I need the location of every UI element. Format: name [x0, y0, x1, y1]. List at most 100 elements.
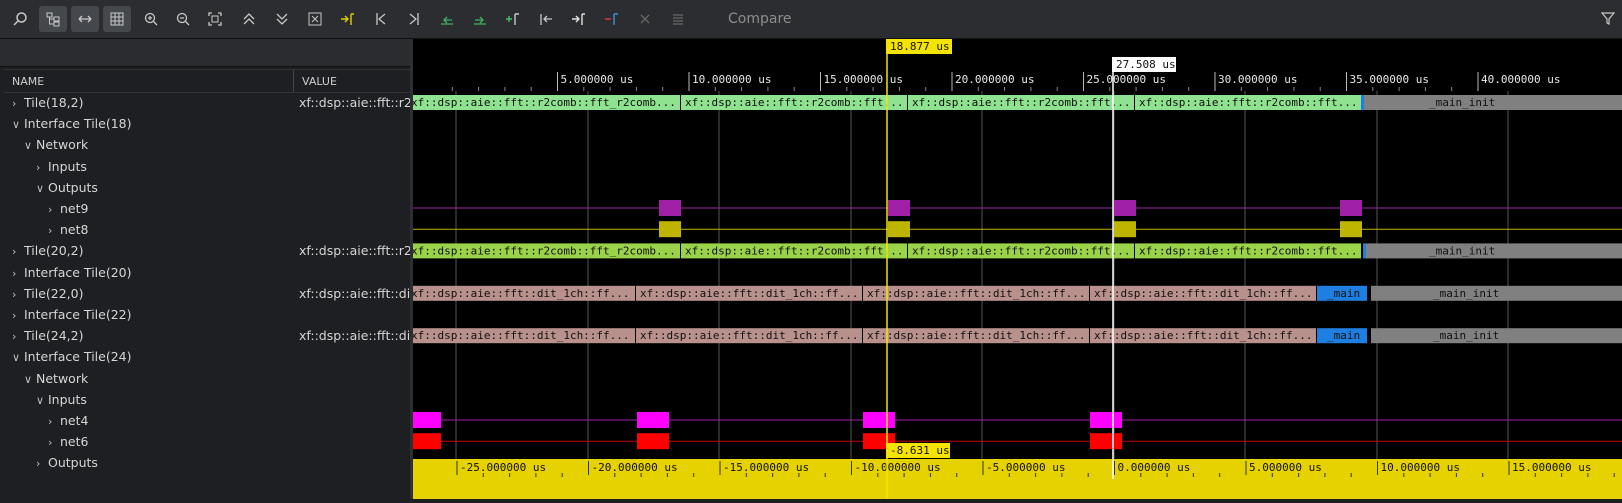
tree-row[interactable]: › net4 — [4, 410, 413, 432]
tree-row[interactable]: › net8 — [4, 219, 413, 241]
tree-row[interactable]: ›Tile(20,2) xf::dsp::aie::fft::r2com — [4, 240, 413, 262]
search-icon[interactable] — [6, 6, 34, 32]
tree-row[interactable]: ∨ Network — [4, 134, 413, 156]
tree-row-name: › net6 — [48, 434, 88, 449]
delta-ruler-tick-label: -10.000000 us — [855, 461, 941, 474]
chevron-down-icon[interactable]: ∨ — [24, 373, 36, 386]
first-edge-icon[interactable] — [367, 6, 395, 32]
tree-row[interactable]: ∨ Outputs — [4, 177, 413, 199]
add-marker-icon[interactable] — [499, 6, 527, 32]
tree-row[interactable]: ›Tile(18,2) xf::dsp::aie::fft::r2com — [4, 92, 413, 114]
trace-segment-label: _main_init — [1433, 287, 1499, 300]
tree-row[interactable]: ∨ Inputs — [4, 389, 413, 411]
chevron-right-icon[interactable]: › — [48, 224, 60, 237]
list-icon[interactable] — [664, 6, 692, 32]
chevron-down-icon[interactable]: ∨ — [12, 118, 24, 131]
ruler-tick-label: 20.000000 us — [955, 73, 1034, 86]
signal-pulse[interactable] — [409, 412, 441, 428]
trace-segment-label: xf::dsp::aie::fft::r2comb::fft... — [1139, 96, 1358, 109]
signal-pulse[interactable] — [409, 433, 441, 450]
next-marker-icon[interactable] — [565, 6, 593, 32]
primary-cursor-label: 18.877 us — [890, 40, 950, 53]
chevron-right-icon[interactable]: › — [12, 288, 24, 301]
zoom-in-icon[interactable] — [137, 6, 165, 32]
zoom-fit-icon[interactable] — [201, 6, 229, 32]
tree-row[interactable]: › net6 — [4, 431, 413, 453]
tree-row[interactable]: ›Tile(24,2) xf::dsp::aie::fft::dit_1c — [4, 325, 413, 347]
tree-row-label: Tile(20,2) — [24, 243, 84, 259]
signal-pulse[interactable] — [1114, 221, 1136, 238]
zoom-out-icon[interactable] — [169, 6, 197, 32]
chevron-down-icon[interactable]: ∨ — [36, 394, 48, 407]
trace-segment-label: xf::dsp::aie::fft::dit_1ch::ff... — [867, 287, 1086, 300]
trace-segment-label: xf::dsp::aie::fft::r2comb::fft... — [685, 96, 904, 109]
signal-pulse[interactable] — [1114, 200, 1136, 216]
column-separator[interactable] — [293, 70, 294, 92]
table-icon[interactable] — [103, 6, 131, 32]
chevron-right-icon[interactable]: › — [36, 161, 48, 174]
waveform-view[interactable]: 5.000000 us 10.000000 us 15.000000 us 20.00… — [403, 39, 1622, 499]
signal-pulse[interactable] — [1340, 221, 1362, 238]
hierarchy-icon[interactable] — [39, 6, 67, 32]
filter-icon[interactable] — [1600, 10, 1616, 30]
delta-ruler-tick-label: 15.000000 us — [1512, 461, 1591, 474]
signal-pulse[interactable] — [1340, 200, 1362, 216]
tree-row-name: › Interface Tile(22) — [12, 307, 131, 322]
next-transition-icon[interactable] — [466, 6, 494, 32]
signal-pulse[interactable] — [659, 200, 681, 216]
clear-icon[interactable] — [301, 6, 329, 32]
chevron-right-icon[interactable]: › — [12, 97, 24, 110]
fit-width-icon[interactable] — [71, 6, 99, 32]
delta-ruler-tick-label: 0.000000 us — [1118, 461, 1191, 474]
tree-row[interactable]: › Outputs — [4, 452, 413, 474]
chevron-right-icon[interactable]: › — [12, 267, 24, 280]
trace-marker[interactable] — [1363, 243, 1366, 259]
trace-marker[interactable] — [1361, 95, 1364, 110]
waveform-canvas[interactable]: 5.000000 us 10.000000 us 15.000000 us 20.00… — [403, 39, 1622, 499]
chevron-right-icon[interactable]: › — [12, 309, 24, 322]
name-column-header[interactable]: NAME — [12, 75, 44, 88]
compare-button[interactable]: Compare — [728, 11, 792, 27]
expand-down-icon[interactable] — [268, 6, 296, 32]
tree-row[interactable]: ∨ Interface Tile(18) — [4, 113, 413, 135]
close-icon[interactable] — [631, 6, 659, 32]
chevron-down-icon[interactable]: ∨ — [36, 182, 48, 195]
tree-row[interactable]: ›Tile(22,0) xf::dsp::aie::fft::dit_1c — [4, 283, 413, 305]
signal-pulse[interactable] — [1090, 433, 1122, 450]
value-column-header[interactable]: VALUE — [302, 75, 337, 88]
chevron-down-icon[interactable]: ∨ — [12, 351, 24, 364]
tree-row[interactable]: › Interface Tile(22) — [4, 304, 413, 326]
prev-marker-icon[interactable] — [532, 6, 560, 32]
tree-row[interactable]: ∨ Interface Tile(24) — [4, 346, 413, 368]
signal-pulse[interactable] — [637, 433, 669, 450]
last-edge-icon[interactable] — [400, 6, 428, 32]
remove-marker-icon[interactable] — [598, 6, 626, 32]
chevron-right-icon[interactable]: › — [48, 415, 60, 428]
go-to-marker-icon[interactable] — [334, 6, 362, 32]
signal-pulse[interactable] — [888, 200, 910, 216]
chevron-down-icon[interactable]: ∨ — [24, 139, 36, 152]
column-header: NAME VALUE — [4, 69, 413, 93]
ruler-tick-label: 25.000000 us — [1087, 73, 1166, 86]
signal-pulse[interactable] — [637, 412, 669, 428]
trace-segment-label: _main — [1327, 329, 1360, 342]
chevron-right-icon[interactable]: › — [12, 330, 24, 343]
chevron-right-icon[interactable]: › — [48, 203, 60, 216]
tree-row-name: ∨ Outputs — [36, 180, 98, 195]
tree-row[interactable]: › Interface Tile(20) — [4, 262, 413, 284]
signal-pulse[interactable] — [659, 221, 681, 238]
tree-row-name: › net4 — [48, 413, 88, 428]
signal-pulse[interactable] — [863, 412, 895, 428]
tree-row[interactable]: ∨ Network — [4, 368, 413, 390]
tree-row[interactable]: › Inputs — [4, 156, 413, 178]
collapse-up-icon[interactable] — [235, 6, 263, 32]
signal-pulse[interactable] — [1090, 412, 1122, 428]
tree-row-name: › net9 — [48, 201, 88, 216]
signal-pulse[interactable] — [888, 221, 910, 238]
chevron-right-icon[interactable]: › — [12, 245, 24, 258]
prev-transition-icon[interactable] — [433, 6, 461, 32]
chevron-right-icon[interactable]: › — [36, 457, 48, 470]
tree-row[interactable]: › net9 — [4, 198, 413, 220]
toolbar: Compare — [0, 0, 1622, 39]
chevron-right-icon[interactable]: › — [48, 436, 60, 449]
